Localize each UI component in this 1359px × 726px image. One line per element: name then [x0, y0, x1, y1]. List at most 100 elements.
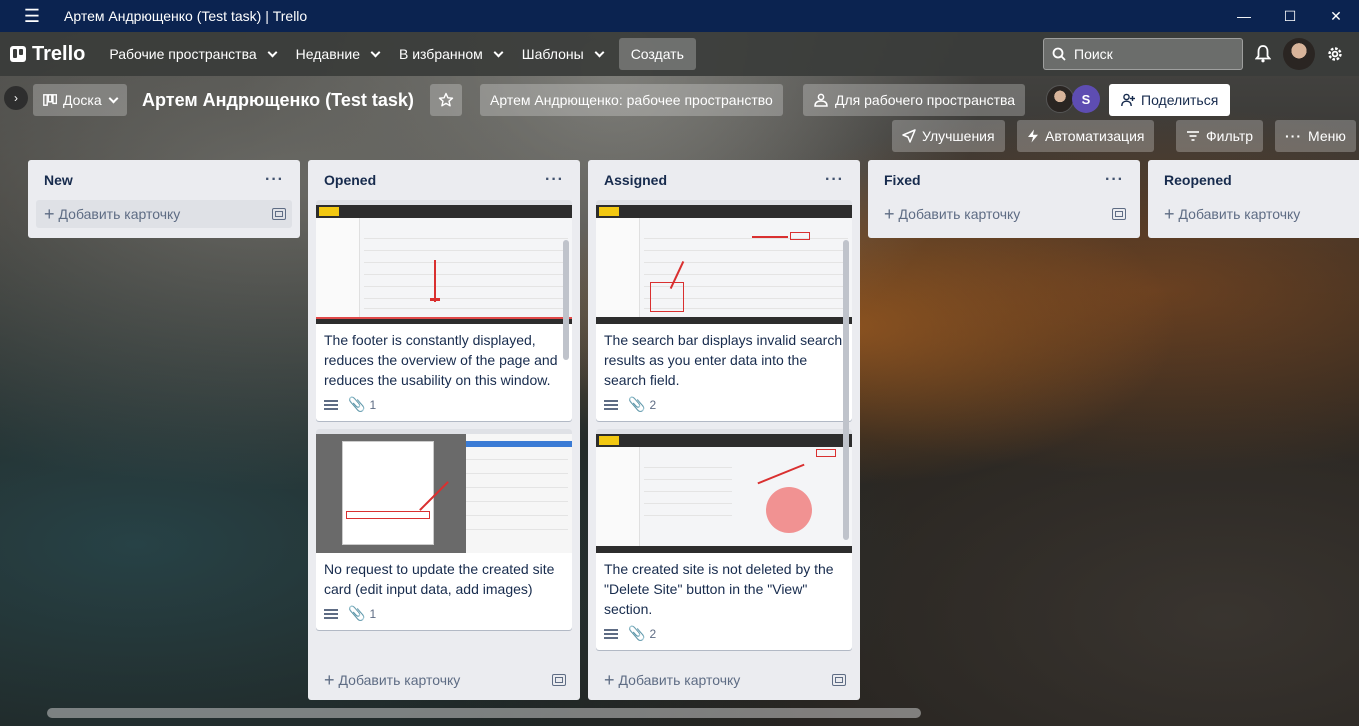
star-button[interactable] [430, 84, 462, 116]
list-header: New ··· [36, 160, 292, 200]
card-template-icon[interactable] [1112, 208, 1126, 220]
lightning-icon [1028, 129, 1038, 143]
maximize-button[interactable]: ☐ [1267, 0, 1313, 32]
view-label: Доска [63, 92, 102, 108]
share-button[interactable]: Поделиться [1109, 84, 1231, 116]
add-card-label: Добавить карточку [338, 672, 461, 688]
close-button[interactable]: ✕ [1313, 0, 1359, 32]
description-icon [324, 608, 338, 619]
search-box[interactable] [1043, 38, 1243, 70]
board-header: › Доска Артем Андрющенко (Test task) Арт… [0, 76, 1359, 156]
card-cover-image [316, 429, 572, 553]
list-title[interactable]: Fixed [884, 172, 921, 188]
visibility-button[interactable]: Для рабочего пространства [803, 84, 1026, 116]
menu-recent-label: Недавние [295, 46, 360, 62]
chevron-down-icon [108, 93, 119, 103]
board-horizontal-scrollbar[interactable] [47, 708, 921, 718]
search-icon [1052, 47, 1066, 61]
powerups-button[interactable]: Улучшения [892, 120, 1005, 152]
hamburger-menu-icon[interactable]: ☰ [0, 0, 64, 32]
card-title: No request to update the created site ca… [324, 561, 555, 597]
card-cover-image [596, 429, 852, 553]
attachment-count: 1 [369, 397, 377, 412]
chevron-down-icon [267, 47, 278, 57]
gear-icon[interactable] [1319, 38, 1351, 70]
list-scrollbar[interactable] [563, 240, 569, 360]
expand-sidebar-button[interactable]: › [4, 86, 28, 110]
menu-button[interactable]: ··· Меню [1275, 120, 1356, 152]
card-cover-image [316, 200, 572, 324]
list-cards: The search bar displays invalid search r… [596, 200, 852, 662]
plus-icon: + [884, 203, 895, 224]
list-scrollbar[interactable] [843, 240, 849, 540]
search-input[interactable] [1074, 46, 1224, 62]
rocket-icon [902, 129, 916, 143]
card[interactable]: No request to update the created site ca… [316, 429, 572, 630]
menu-recent[interactable]: Недавние [286, 38, 389, 70]
card-title: The footer is constantly displayed, redu… [324, 332, 558, 388]
card-template-icon[interactable] [272, 208, 286, 220]
card-badges: 📎 2 [596, 392, 852, 421]
list-opened: Opened ··· The footer is constantly disp… [308, 160, 580, 700]
menu-workspaces[interactable]: Рабочие пространства [99, 38, 285, 70]
list-title[interactable]: Reopened [1164, 172, 1232, 188]
window-title: Артем Андрющенко (Test task) | Trello [64, 8, 308, 24]
card[interactable]: The footer is constantly displayed, redu… [316, 200, 572, 421]
bell-icon[interactable] [1247, 38, 1279, 70]
list-new: New ··· + Добавить карточку [28, 160, 300, 238]
list-menu-icon[interactable]: ··· [825, 171, 844, 189]
user-avatar[interactable] [1283, 38, 1315, 70]
board-view-icon [43, 94, 57, 106]
card[interactable]: The search bar displays invalid search r… [596, 200, 852, 421]
view-switcher[interactable]: Доска [33, 84, 127, 116]
list-menu-icon[interactable]: ··· [545, 171, 564, 189]
add-card-button[interactable]: + Добавить карточку [596, 662, 852, 698]
trello-logo-text: Trello [32, 42, 86, 65]
list-title[interactable]: Opened [324, 172, 376, 188]
filter-button[interactable]: Фильтр [1176, 120, 1264, 152]
share-label: Поделиться [1141, 92, 1219, 108]
window-controls: — ☐ ✕ [1221, 0, 1359, 32]
card-title: The created site is not deleted by the "… [604, 561, 834, 617]
menu-starred[interactable]: В избранном [389, 38, 512, 70]
paperclip-icon: 📎 [628, 625, 646, 641]
attachment-count: 2 [649, 397, 657, 412]
add-card-button[interactable]: + Добавить карточку [876, 200, 1132, 228]
attachment-count: 1 [369, 606, 377, 621]
member-avatar-initial[interactable]: S [1072, 85, 1100, 113]
card[interactable]: The created site is not deleted by the "… [596, 429, 852, 650]
card-badges: 📎 1 [316, 392, 572, 421]
plus-icon: + [604, 669, 615, 690]
menu-label: Меню [1308, 128, 1346, 144]
card-title: The search bar displays invalid search r… [604, 332, 843, 388]
list-menu-icon[interactable]: ··· [1105, 171, 1124, 189]
window-titlebar: ☰ Артем Андрющенко (Test task) | Trello … [0, 0, 1359, 32]
add-card-label: Добавить карточку [1178, 206, 1301, 222]
attachment-count: 2 [649, 626, 657, 641]
board-title[interactable]: Артем Андрющенко (Test task) [142, 90, 414, 111]
list-reopened: Reopened + Добавить карточку [1148, 160, 1359, 238]
star-icon [438, 92, 454, 107]
list-menu-icon[interactable]: ··· [265, 171, 284, 189]
filter-icon [1187, 131, 1199, 141]
list-title[interactable]: New [44, 172, 73, 188]
menu-templates[interactable]: Шаблоны [512, 38, 613, 70]
list-title[interactable]: Assigned [604, 172, 667, 188]
add-card-label: Добавить карточку [898, 206, 1021, 222]
card-template-icon[interactable] [552, 674, 566, 686]
workspace-button[interactable]: Артем Андрющенко: рабочее пространство [480, 84, 783, 116]
menu-workspaces-label: Рабочие пространства [109, 46, 257, 62]
automation-button[interactable]: Автоматизация [1017, 120, 1155, 152]
trello-logo[interactable]: Trello [8, 43, 87, 66]
add-card-button[interactable]: + Добавить карточку [36, 200, 292, 228]
create-button[interactable]: Создать [618, 38, 696, 70]
card-template-icon[interactable] [832, 674, 846, 686]
trello-logo-icon [10, 46, 26, 62]
list-header: Reopened [1156, 160, 1351, 200]
add-card-button[interactable]: + Добавить карточку [316, 662, 572, 698]
minimize-button[interactable]: — [1221, 0, 1267, 32]
chevron-down-icon [594, 47, 605, 57]
paperclip-icon: 📎 [348, 605, 366, 621]
add-card-button[interactable]: + Добавить карточку [1156, 200, 1351, 228]
member-avatar[interactable] [1046, 85, 1074, 113]
